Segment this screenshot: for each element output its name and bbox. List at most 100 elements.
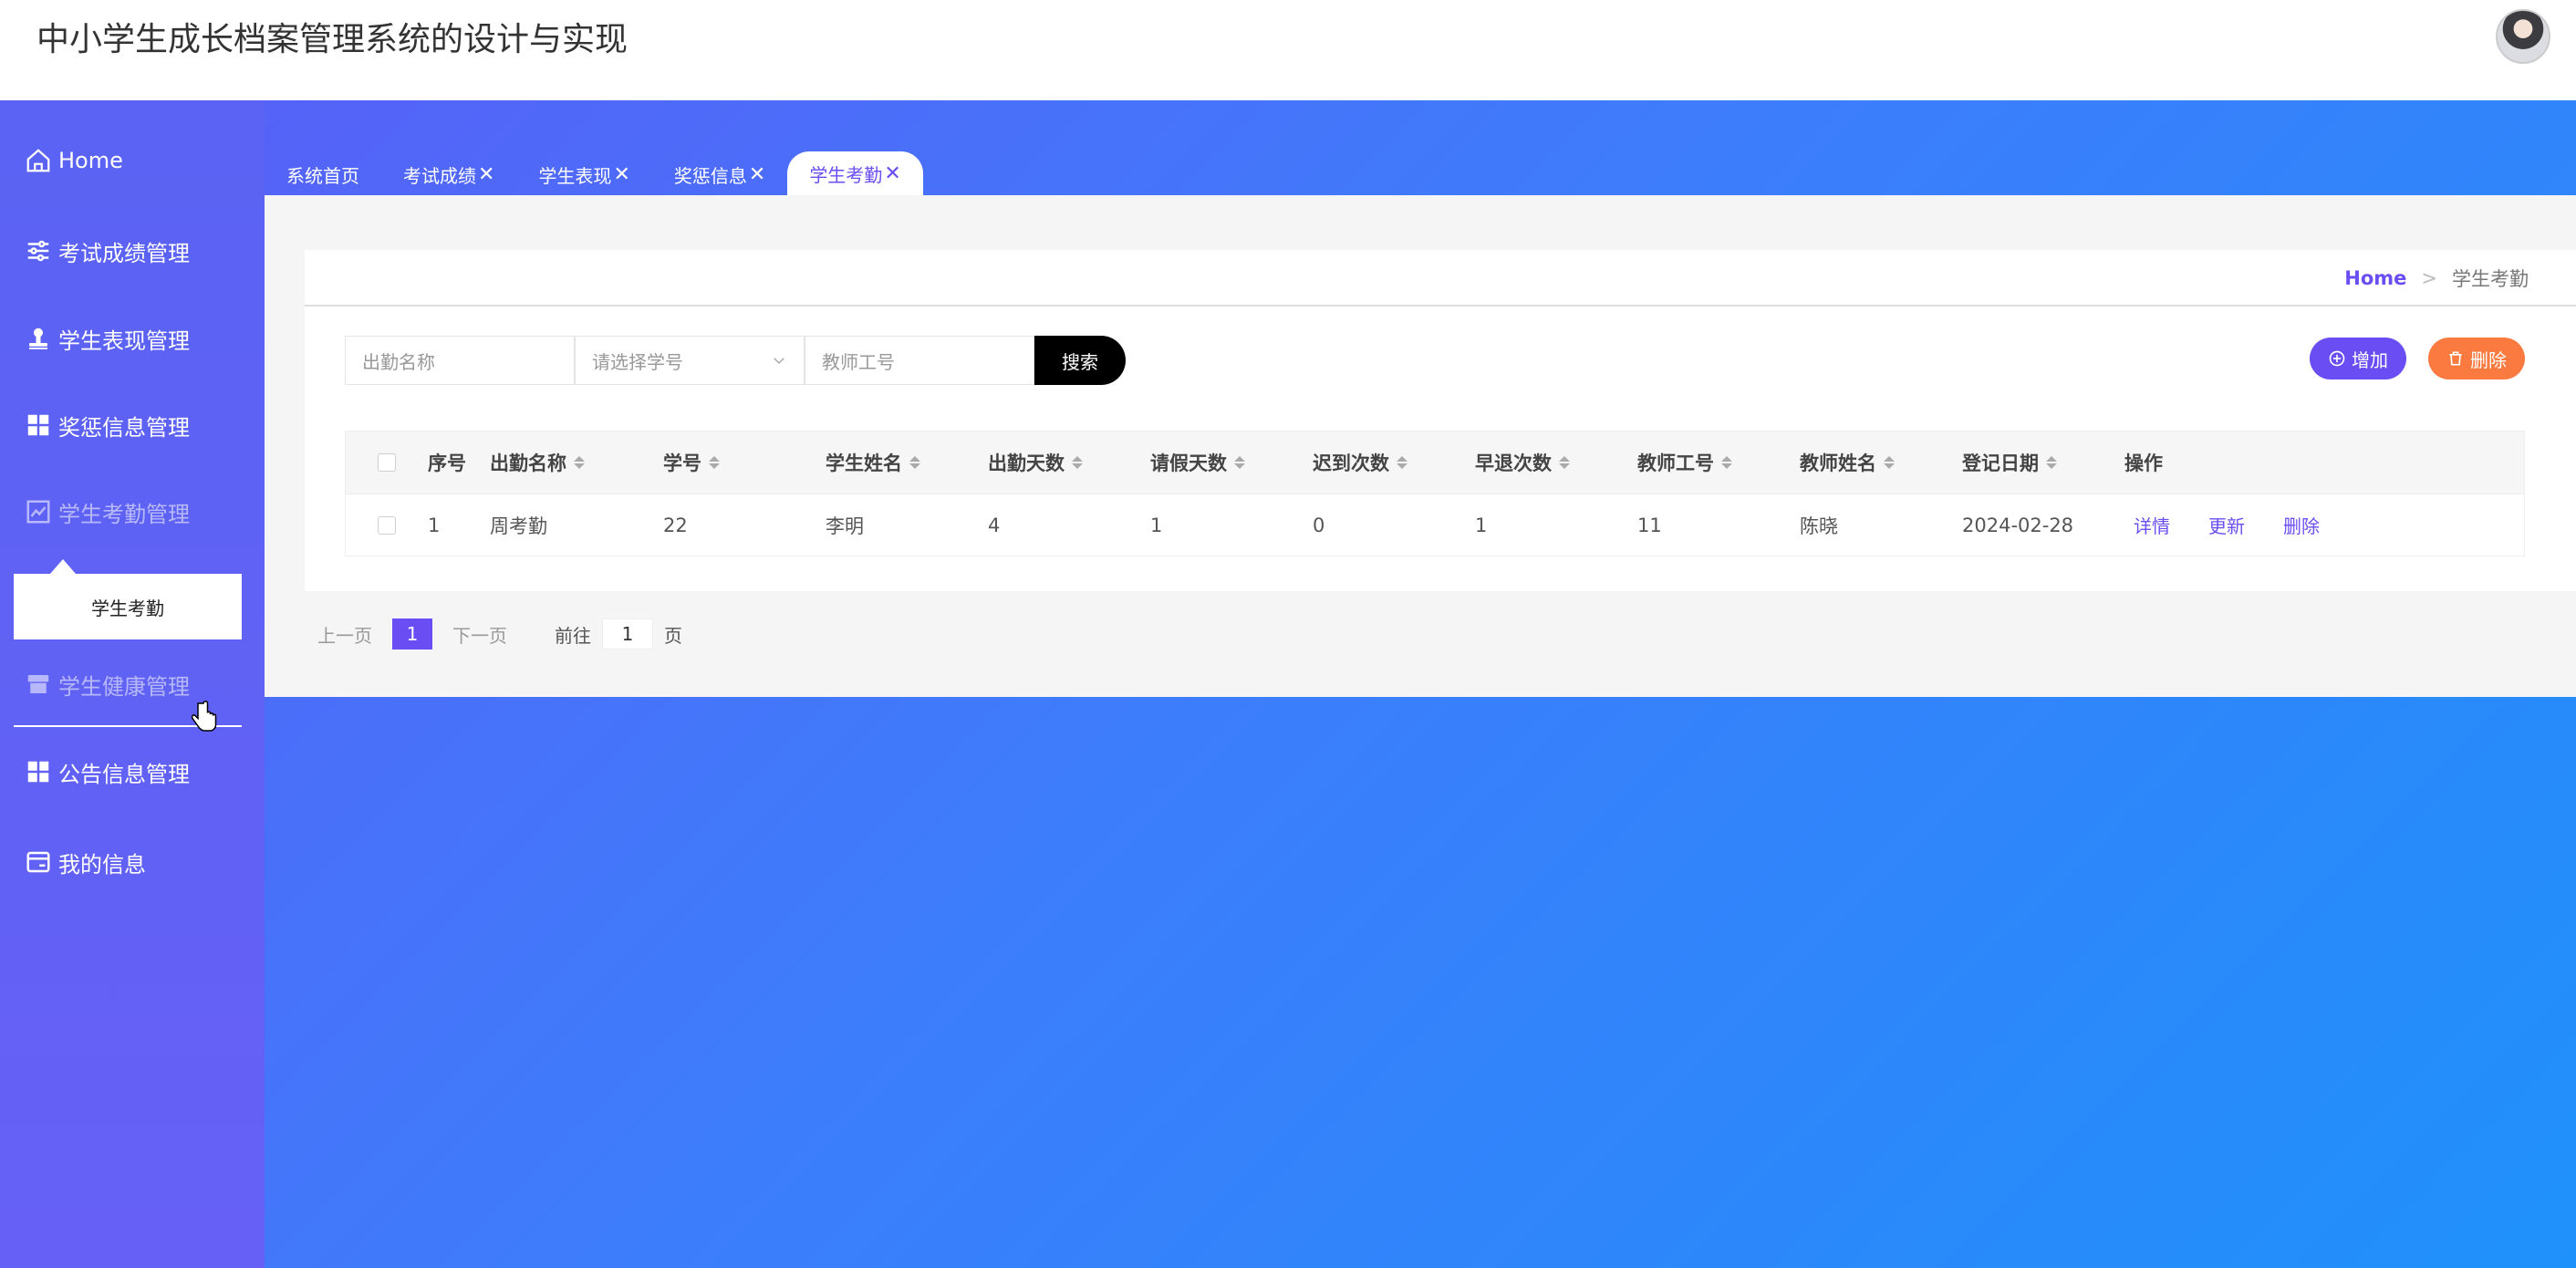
chart-icon bbox=[24, 497, 53, 526]
table-cell: 陈晓 bbox=[1800, 514, 1838, 537]
header-checkbox-cell bbox=[346, 431, 428, 494]
sort-icon[interactable] bbox=[1884, 456, 1895, 469]
col-header[interactable]: 请假天数 bbox=[1150, 431, 1313, 494]
grid-icon bbox=[24, 411, 53, 440]
row-checkbox-cell bbox=[346, 494, 428, 556]
sidebar-item-label: 学生健康管理 bbox=[58, 673, 190, 700]
breadcrumb-home[interactable]: Home bbox=[2344, 267, 2406, 289]
hand-cursor-icon bbox=[191, 701, 217, 732]
prev-page-button[interactable]: 上一页 bbox=[317, 621, 372, 648]
col-header[interactable]: 登记日期 bbox=[1962, 431, 2124, 494]
app-title: 中小学生成长档案管理系统的设计与实现 bbox=[36, 21, 628, 58]
avatar[interactable] bbox=[2496, 9, 2550, 64]
delete-button[interactable]: 删除 bbox=[2428, 338, 2525, 379]
tab-label: 学生考勤 bbox=[809, 163, 883, 186]
add-button-label: 增加 bbox=[2352, 348, 2388, 371]
sidebar-item-label: Home bbox=[58, 148, 123, 173]
tab-attendance[interactable]: 学生考勤 ✕ bbox=[787, 151, 923, 195]
search-bar: 出勤名称 请选择学号 教师工号 搜索 bbox=[345, 336, 1126, 385]
table-row: 1 周考勤 22 李明 4 1 0 1 11 陈晓 2024-02-28 详情 … bbox=[346, 494, 2524, 556]
stamp-icon bbox=[24, 324, 53, 353]
submenu-item-attendance[interactable]: 学生考勤 bbox=[14, 559, 242, 639]
col-header-label: 登记日期 bbox=[1962, 452, 2039, 474]
sidebar-item-label: 公告信息管理 bbox=[58, 761, 190, 787]
col-header[interactable]: 迟到次数 bbox=[1313, 431, 1475, 494]
col-header: 序号 bbox=[428, 431, 490, 494]
sidebar-item-label: 我的信息 bbox=[58, 851, 146, 878]
col-header-label: 学生姓名 bbox=[826, 452, 902, 474]
sidebar-item-exam-scores[interactable]: 考试成绩管理 bbox=[0, 223, 265, 278]
col-header[interactable]: 教师工号 bbox=[1637, 431, 1800, 494]
goto-suffix: 页 bbox=[664, 624, 682, 647]
sidebar-item-label: 奖惩信息管理 bbox=[58, 414, 190, 441]
plus-circle-icon bbox=[2329, 350, 2345, 367]
tab-bar: 系统首页 考试成绩 ✕ 学生表现 ✕ 奖惩信息 ✕ 学生考勤 ✕ bbox=[265, 151, 923, 195]
sidebar-item-home[interactable]: Home bbox=[0, 133, 265, 188]
sidebar-item-attendance[interactable]: 学生考勤管理 bbox=[0, 484, 265, 539]
attendance-table: 序号 出勤名称 学号 学生姓名 出勤天数 请假天数 迟到次数 早退次数 教师工号… bbox=[345, 431, 2525, 556]
student-id-select[interactable]: 请选择学号 bbox=[575, 336, 805, 385]
add-button[interactable]: 增加 bbox=[2310, 338, 2406, 379]
col-header[interactable]: 早退次数 bbox=[1475, 431, 1637, 494]
row-checkbox[interactable] bbox=[378, 515, 396, 535]
home-icon bbox=[24, 146, 53, 175]
col-header[interactable]: 出勤天数 bbox=[988, 431, 1150, 494]
col-header: 操作 bbox=[2124, 431, 2307, 494]
trash-icon bbox=[2449, 351, 2462, 366]
tab-rewards[interactable]: 奖惩信息 ✕ bbox=[652, 153, 787, 195]
delete-link[interactable]: 删除 bbox=[2283, 512, 2320, 538]
sort-icon[interactable] bbox=[909, 456, 920, 469]
search-button[interactable]: 搜索 bbox=[1034, 336, 1126, 385]
table-cell: 22 bbox=[663, 514, 688, 536]
table-cell: 11 bbox=[1637, 514, 1662, 536]
update-link[interactable]: 更新 bbox=[2208, 512, 2245, 538]
col-header-label: 学号 bbox=[663, 452, 701, 474]
sort-icon[interactable] bbox=[574, 456, 585, 469]
col-header[interactable]: 出勤名称 bbox=[490, 431, 663, 494]
table-cell: 1 bbox=[428, 514, 441, 536]
sidebar-item-my-info[interactable]: 我的信息 bbox=[0, 835, 265, 889]
col-header[interactable]: 学号 bbox=[663, 431, 826, 494]
sort-icon[interactable] bbox=[2046, 456, 2057, 469]
sort-icon[interactable] bbox=[1234, 456, 1245, 469]
table-cell: 周考勤 bbox=[490, 514, 547, 537]
sidebar-item-student-performance[interactable]: 学生表现管理 bbox=[0, 311, 265, 366]
close-icon[interactable]: ✕ bbox=[884, 162, 900, 185]
sidebar-item-health[interactable]: 学生健康管理 bbox=[0, 657, 265, 712]
close-icon[interactable]: ✕ bbox=[749, 163, 765, 186]
detail-link[interactable]: 详情 bbox=[2134, 512, 2170, 538]
goto-label: 前往 bbox=[555, 624, 591, 647]
col-header-label: 出勤天数 bbox=[988, 452, 1065, 474]
tab-home[interactable]: 系统首页 bbox=[265, 153, 381, 195]
col-header-label: 出勤名称 bbox=[490, 452, 566, 474]
attendance-name-input[interactable]: 出勤名称 bbox=[345, 336, 575, 385]
col-header-label: 操作 bbox=[2124, 452, 2163, 474]
col-header-label: 早退次数 bbox=[1475, 452, 1552, 474]
sidebar-item-announcements[interactable]: 公告信息管理 bbox=[0, 744, 265, 799]
sort-icon[interactable] bbox=[1559, 456, 1570, 469]
tab-exam-scores[interactable]: 考试成绩 ✕ bbox=[381, 153, 516, 195]
table-cell: 1 bbox=[1475, 514, 1488, 536]
teacher-id-input[interactable]: 教师工号 bbox=[805, 336, 1034, 385]
sort-icon[interactable] bbox=[1721, 456, 1732, 469]
app-header: 中小学生成长档案管理系统的设计与实现 bbox=[0, 0, 2576, 100]
page-number-current[interactable]: 1 bbox=[392, 618, 432, 650]
col-header[interactable]: 教师姓名 bbox=[1800, 431, 1962, 494]
select-all-checkbox[interactable] bbox=[378, 453, 396, 472]
col-header-label: 序号 bbox=[428, 452, 466, 474]
sidebar-item-rewards[interactable]: 奖惩信息管理 bbox=[0, 398, 265, 452]
delete-button-label: 删除 bbox=[2470, 348, 2507, 371]
tab-student-performance[interactable]: 学生表现 ✕ bbox=[516, 153, 651, 195]
sort-icon[interactable] bbox=[709, 456, 720, 469]
close-icon[interactable]: ✕ bbox=[613, 163, 629, 186]
close-icon[interactable]: ✕ bbox=[478, 163, 494, 186]
table-cell: 李明 bbox=[826, 514, 864, 537]
chevron-down-icon bbox=[774, 358, 784, 365]
next-page-button[interactable]: 下一页 bbox=[452, 621, 507, 648]
sort-icon[interactable] bbox=[1072, 456, 1083, 469]
goto-page-input[interactable]: 1 bbox=[602, 618, 653, 650]
content-card: Home > 学生考勤 出勤名称 请选择学号 教师工号 搜索 增加 删除 序号 bbox=[305, 250, 2576, 591]
breadcrumb-separator: > bbox=[2421, 267, 2437, 289]
col-header[interactable]: 学生姓名 bbox=[826, 431, 988, 494]
sort-icon[interactable] bbox=[1397, 456, 1407, 469]
